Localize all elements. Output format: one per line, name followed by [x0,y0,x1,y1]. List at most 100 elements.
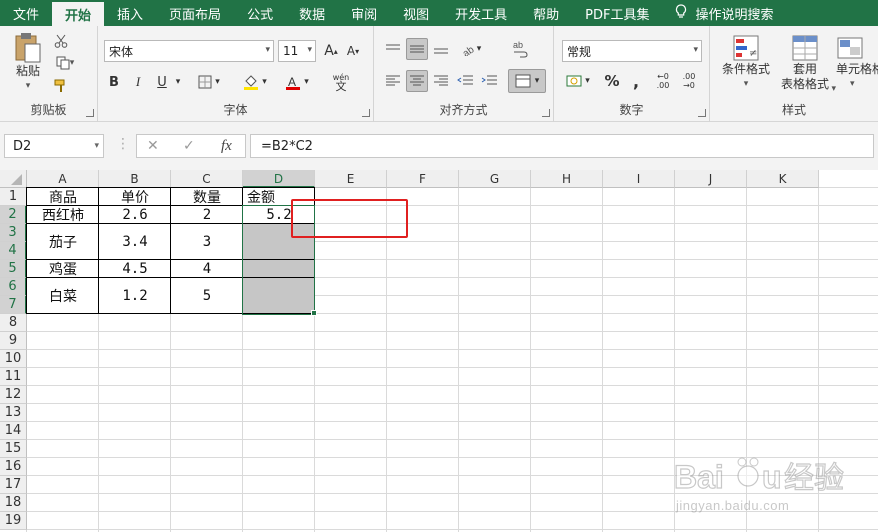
cancel-entry-icon[interactable]: ✕ [147,138,159,154]
phonetic-guide-button[interactable]: wén 文 [326,70,356,94]
row-header-2[interactable]: 2 [0,206,27,224]
align-bottom-button[interactable] [430,38,452,60]
clipboard-dialog-launcher[interactable] [86,109,94,117]
cell-c1[interactable]: 数量 [171,188,243,206]
tab-review[interactable]: 审阅 [338,0,390,26]
row-header-8[interactable]: 8 [0,314,27,332]
align-left-button[interactable] [382,70,404,92]
tab-file[interactable]: 文件 [0,0,52,26]
tell-me-search[interactable]: 操作说明搜索 [662,0,786,26]
align-right-button[interactable] [430,70,452,92]
tab-view[interactable]: 视图 [390,0,442,26]
cell-a6[interactable]: 白菜 [27,278,99,314]
alignment-dialog-launcher[interactable] [542,109,550,117]
tab-formulas[interactable]: 公式 [234,0,286,26]
percent-style-button[interactable]: % [602,70,622,92]
row-header-15[interactable]: 15 [0,440,27,458]
column-header-e[interactable]: E [315,170,387,188]
cell-b2[interactable]: 2.6 [99,206,171,224]
decrease-indent-button[interactable] [454,70,476,92]
cell-a3[interactable]: 茄子 [27,224,99,260]
row-header-4[interactable]: 4 [0,242,27,260]
row-header-3[interactable]: 3 [0,224,27,242]
borders-button[interactable]: ▾ [192,71,226,93]
font-name-select[interactable]: 宋体 ▾ [104,40,274,62]
column-header-f[interactable]: F [387,170,459,188]
align-center-button[interactable] [406,70,428,92]
font-dialog-launcher[interactable] [362,109,370,117]
row-header-6[interactable]: 6 [0,278,27,296]
worksheet-grid[interactable]: A B C D E F G H I J K 1 2 3 4 5 6 7 8 9 10 11 12 13 14 15 16 17 18 19… [0,170,878,532]
row-header-5[interactable]: 5 [0,260,27,278]
cell-c6[interactable]: 5 [171,278,243,314]
row-header-18[interactable]: 18 [0,494,27,512]
row-header-17[interactable]: 17 [0,476,27,494]
column-header-i[interactable]: I [603,170,675,188]
row-header-13[interactable]: 13 [0,404,27,422]
row-header-16[interactable]: 16 [0,458,27,476]
number-format-select[interactable]: 常规 ▾ [562,40,702,62]
cell-b1[interactable]: 单价 [99,188,171,206]
column-header-h[interactable]: H [531,170,603,188]
selection-border[interactable] [242,205,315,315]
format-painter-button[interactable] [52,77,70,95]
tab-pdf-tools[interactable]: PDF工具集 [572,0,662,26]
column-header-g[interactable]: G [459,170,531,188]
cell-styles-button[interactable]: 单元格格 ▾ [836,34,878,92]
merge-center-button[interactable]: ▾ [508,69,546,93]
cell-a1[interactable]: 商品 [27,188,99,206]
fill-handle[interactable] [311,310,317,316]
comma-style-button[interactable]: , [626,70,646,92]
row-header-19[interactable]: 19 [0,512,27,530]
align-top-button[interactable] [382,38,404,60]
tab-help[interactable]: 帮助 [520,0,572,26]
cell-b5[interactable]: 4.5 [99,260,171,278]
decrease-decimal-button[interactable]: .00 →0 [678,70,700,92]
orientation-button[interactable]: ab ▾ [456,38,486,60]
copy-button[interactable]: ▾ [52,54,78,72]
row-header-12[interactable]: 12 [0,386,27,404]
cell-c2[interactable]: 2 [171,206,243,224]
row-header-11[interactable]: 11 [0,368,27,386]
cell-c3[interactable]: 3 [171,224,243,260]
tab-developer[interactable]: 开发工具 [442,0,520,26]
wrap-text-button[interactable]: ab [508,36,532,62]
cell-a5[interactable]: 鸡蛋 [27,260,99,278]
format-as-table-button[interactable]: 套用 表格格式 ▾ [774,34,836,94]
increase-decimal-button[interactable]: ←0.00 [652,70,674,92]
cell-d1[interactable]: 金额 [243,188,315,206]
formula-input[interactable]: =B2*C2 [250,134,874,158]
italic-button[interactable]: I [128,71,148,93]
font-size-select[interactable]: 11 ▾ [278,40,316,62]
column-header-c[interactable]: C [171,170,243,188]
cell-c5[interactable]: 4 [171,260,243,278]
row-header-14[interactable]: 14 [0,422,27,440]
select-all-corner[interactable] [0,170,27,188]
column-header-d[interactable]: D [243,170,315,188]
paste-button[interactable]: 粘贴 ▾ [10,32,46,94]
tab-insert[interactable]: 插入 [104,0,156,26]
tab-home[interactable]: 开始 [52,2,105,26]
insert-function-icon[interactable]: fx [221,138,232,155]
cell-a2[interactable]: 西红柿 [27,206,99,224]
paste-dropdown-arrow[interactable]: ▾ [26,79,31,94]
increase-font-size-button[interactable]: A ▴ [322,40,340,62]
name-box[interactable]: D2 ▾ [4,134,104,158]
column-header-a[interactable]: A [27,170,99,188]
row-header-1[interactable]: 1 [0,188,27,206]
row-header-9[interactable]: 9 [0,332,27,350]
cell-b6[interactable]: 1.2 [99,278,171,314]
tab-page-layout[interactable]: 页面布局 [156,0,234,26]
accounting-format-button[interactable]: ▾ [562,70,594,92]
bold-button[interactable]: B [104,71,124,93]
column-header-k[interactable]: K [747,170,819,188]
fill-color-button[interactable]: ▾ [238,71,272,93]
underline-button[interactable]: U [152,71,172,93]
increase-indent-button[interactable] [478,70,500,92]
column-header-j[interactable]: J [675,170,747,188]
align-middle-button[interactable] [406,38,428,60]
underline-dropdown[interactable]: ▾ [172,71,184,93]
tab-data[interactable]: 数据 [286,0,338,26]
cut-button[interactable] [52,32,70,50]
decrease-font-size-button[interactable]: A ▾ [344,40,362,62]
